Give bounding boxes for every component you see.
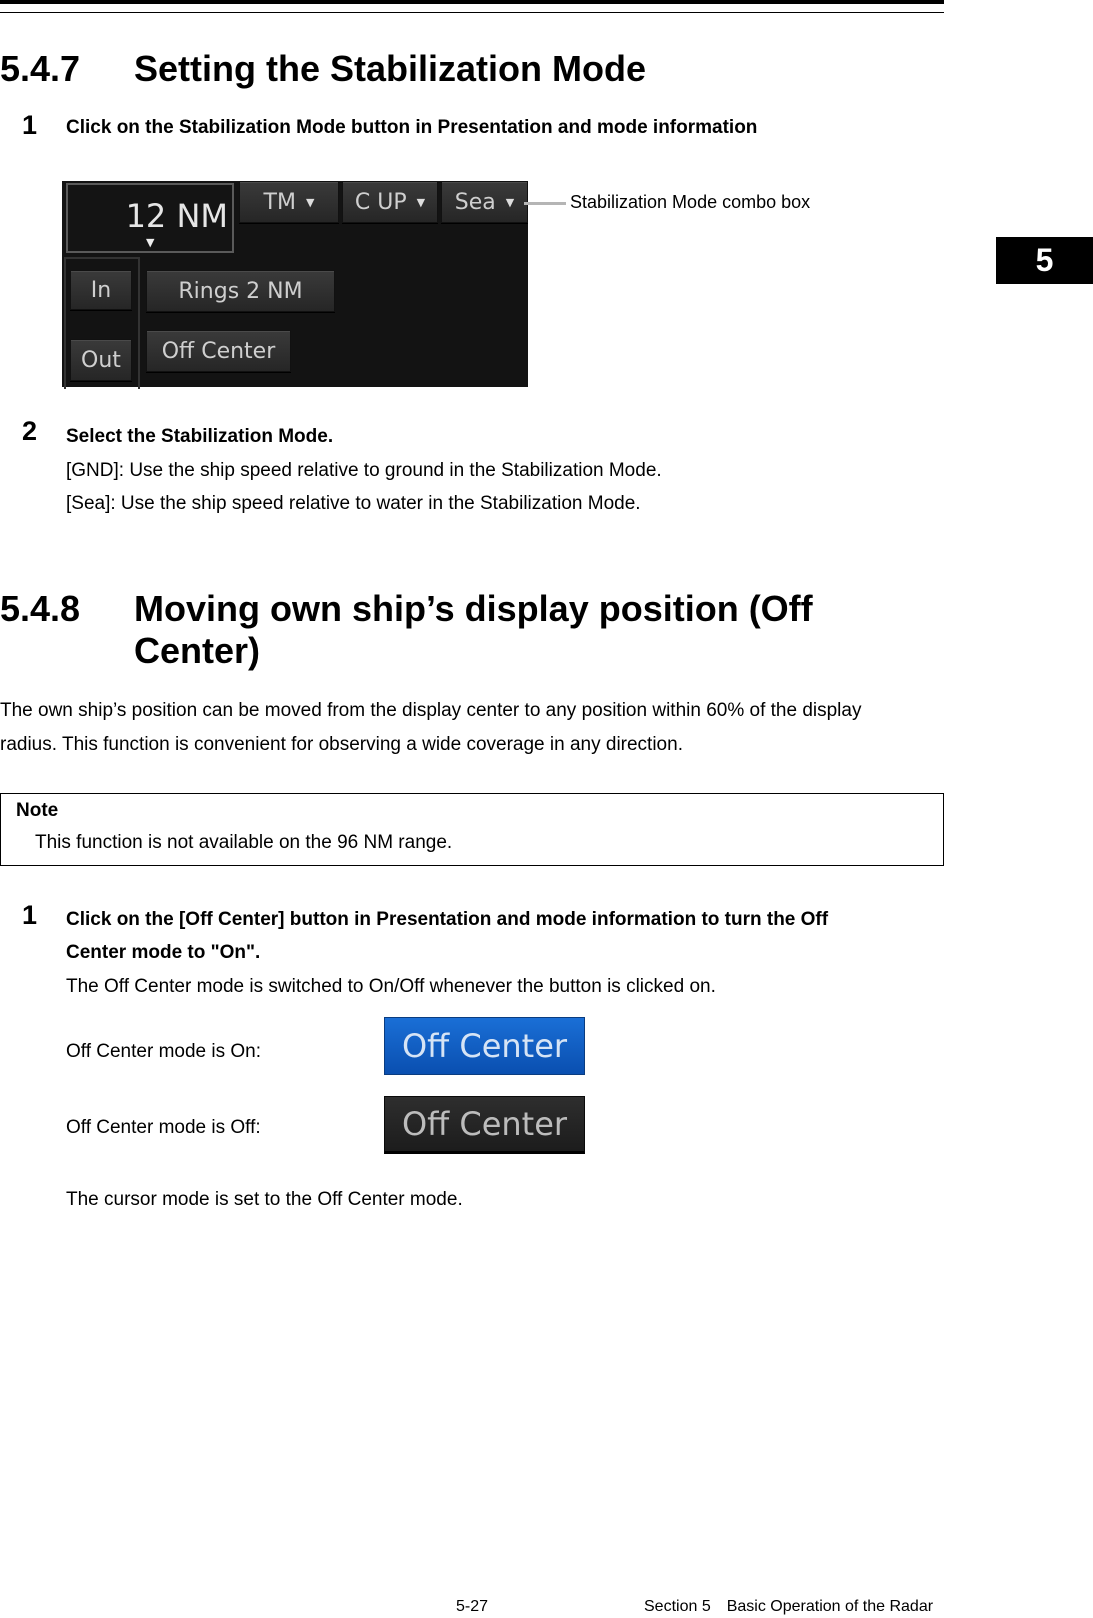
section-number: 5.4.8 [0, 588, 81, 629]
step-result: The cursor mode is set to the Off Center… [66, 1189, 463, 1210]
chevron-down-icon: ▼ [505, 195, 515, 209]
radar-presentation-panel: 12 NM ▼ TM ▼ C UP ▼ Sea ▼ In Out Rings 2… [62, 181, 528, 389]
section-number: 5.4.7 [0, 48, 81, 89]
page-number: 5-27 [456, 1598, 489, 1615]
section-title-line2: Center) [134, 630, 261, 671]
orientation-combo[interactable]: C UP ▼ [342, 181, 438, 223]
motion-mode-combo[interactable]: TM ▼ [239, 181, 339, 223]
on-state-label: Off Center mode is On: [66, 1041, 262, 1062]
header-rule-thick [0, 0, 944, 4]
off-state-label: Off Center mode is Off: [66, 1117, 261, 1138]
chevron-down-icon: ▼ [305, 195, 315, 209]
footer-section-title: Section 5 Basic Operation of the Radar [644, 1598, 934, 1615]
intro-paragraph-line1: The own ship’s position can be moved fro… [0, 700, 862, 721]
step-title: Select the Stabilization Mode. [66, 426, 334, 447]
header-rule-thin [0, 12, 944, 13]
off-center-button-on[interactable]: Off Center [384, 1017, 585, 1075]
step-line: [Sea]: Use the ship speed relative to wa… [66, 493, 641, 514]
step-description: The Off Center mode is switched to On/Of… [66, 976, 716, 997]
range-value: 12 NM [125, 197, 228, 235]
orientation-value: C UP [354, 189, 407, 215]
chevron-down-icon: ▼ [146, 236, 155, 249]
step-title-line1: Click on the [Off Center] button in Pres… [66, 909, 829, 930]
step-number: 1 [22, 110, 38, 140]
zoom-out-button[interactable]: Out [70, 339, 132, 381]
section-title: Setting the Stabilization Mode [134, 48, 646, 89]
note-text: This function is not available on the 96… [35, 832, 453, 853]
step-line: [GND]: Use the ship speed relative to gr… [66, 460, 662, 481]
section-heading-547: 5.4.7 Setting the Stabilization Mode [0, 48, 900, 90]
step-number: 1 [22, 900, 38, 930]
step-title-line2: Center mode to "On". [66, 942, 261, 963]
rings-button[interactable]: Rings 2 NM [146, 270, 335, 312]
chapter-tab: 5 [996, 237, 1093, 284]
note-box: Note This function is not available on t… [0, 793, 944, 866]
callout-leader-line [524, 202, 566, 205]
off-center-button[interactable]: Off Center [146, 330, 291, 372]
callout-label: Stabilization Mode combo box [570, 192, 811, 212]
step-title: Click on the Stabilization Mode button i… [66, 117, 758, 138]
range-selector[interactable]: 12 NM ▼ [66, 183, 234, 253]
stabilization-value: Sea [454, 189, 496, 215]
intro-paragraph-line2: radius. This function is convenient for … [0, 734, 683, 755]
chevron-down-icon: ▼ [416, 195, 426, 209]
note-title: Note [16, 800, 59, 821]
stabilization-mode-combo[interactable]: Sea ▼ [441, 181, 528, 223]
off-center-button-off[interactable]: Off Center [384, 1096, 585, 1154]
section-heading-548: 5.4.8 Moving own ship’s display position… [0, 588, 944, 678]
step-number: 2 [22, 416, 38, 446]
section-title-line1: Moving own ship’s display position (Off [134, 588, 813, 629]
zoom-in-button[interactable]: In [70, 270, 132, 310]
motion-mode-value: TM [263, 189, 296, 215]
